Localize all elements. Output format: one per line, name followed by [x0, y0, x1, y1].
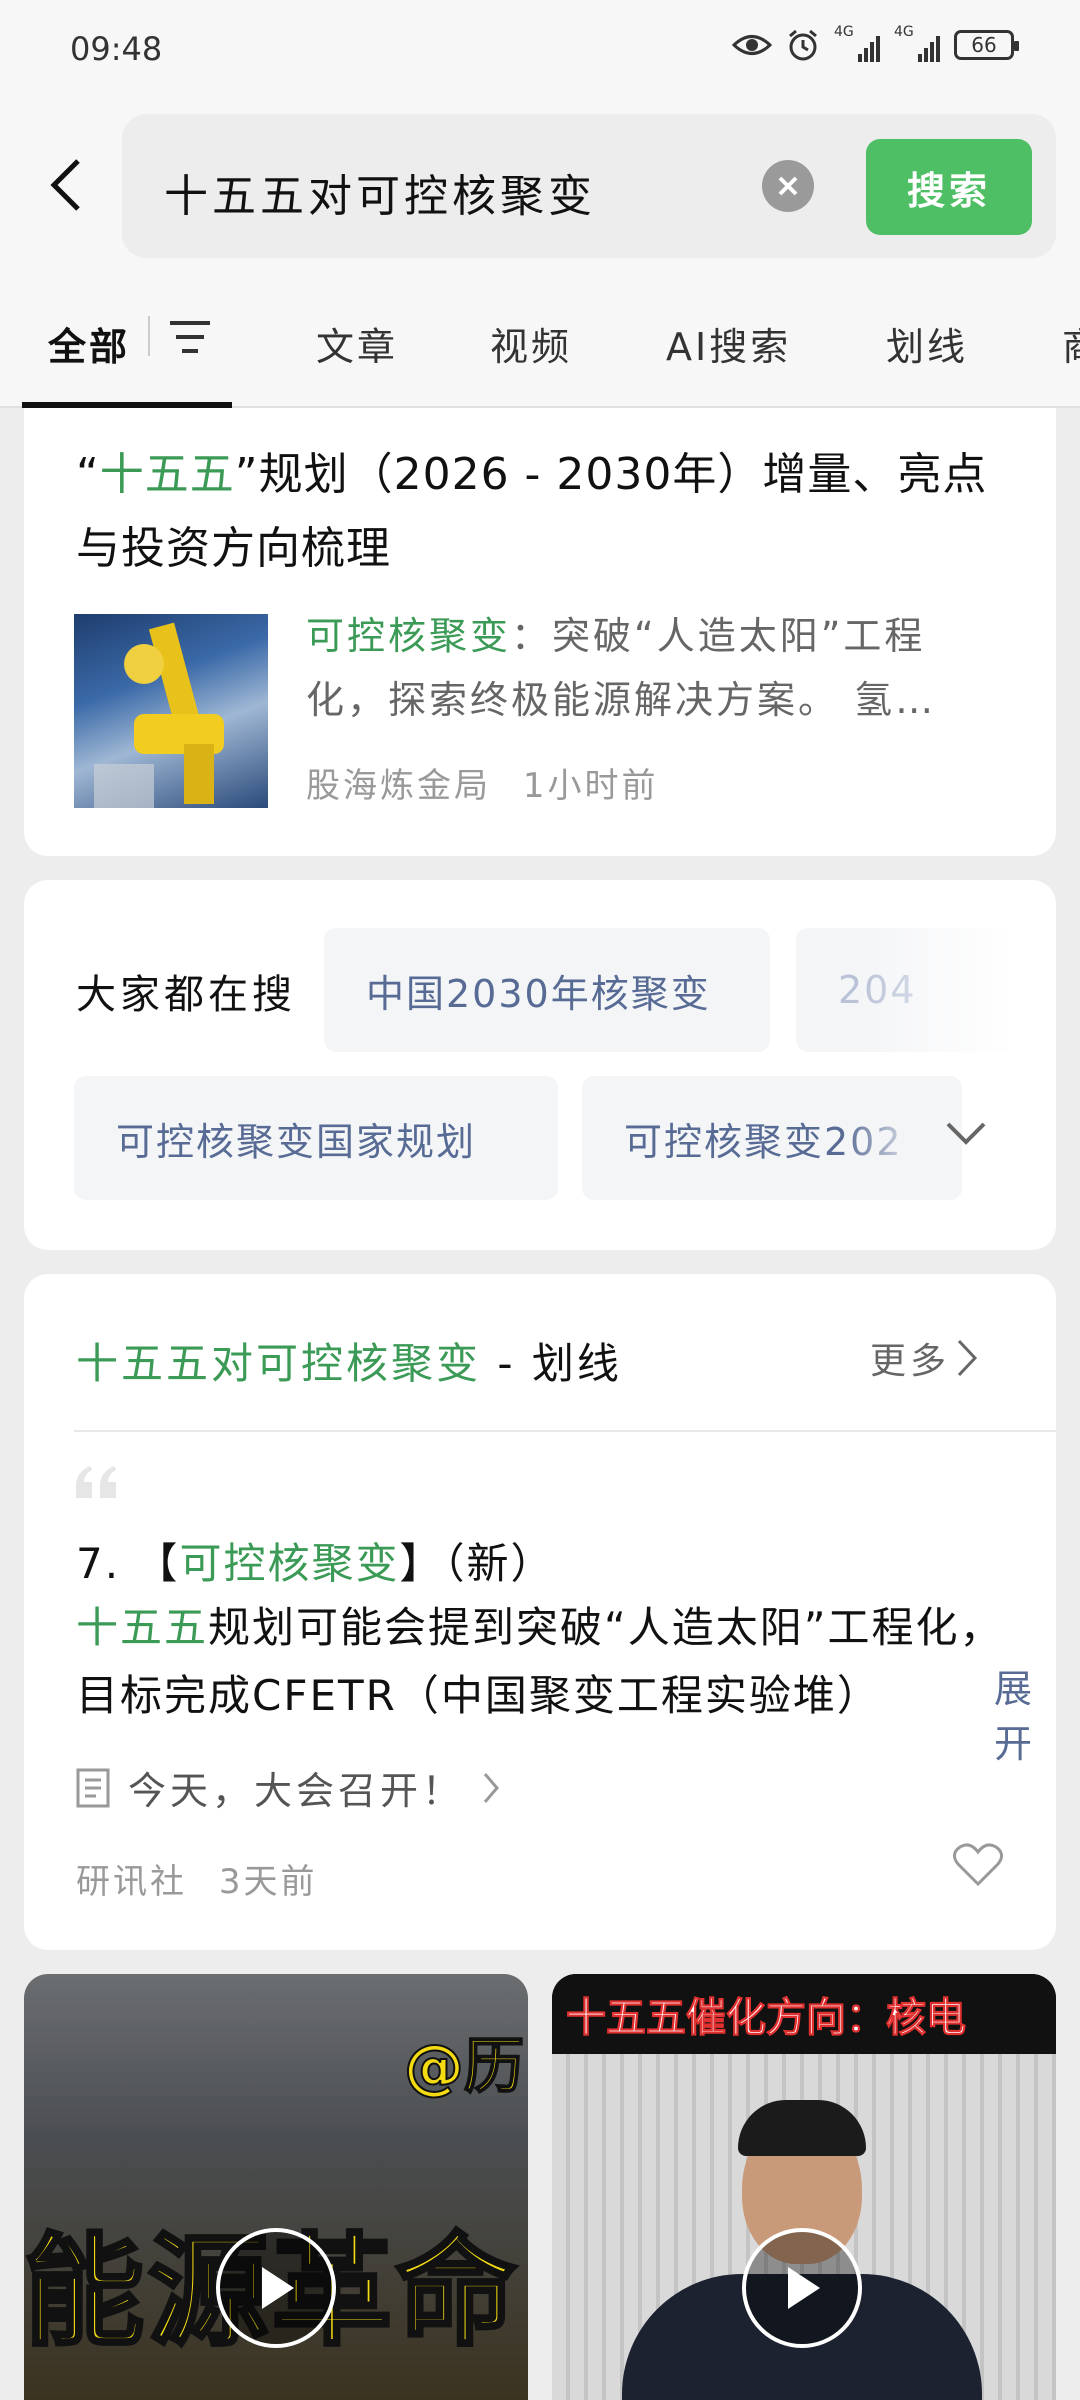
title-highlight: 十五五 [99, 449, 235, 500]
note-time: 3天前 [218, 1862, 318, 1902]
note-tag: 可控核聚变 [179, 1539, 400, 1588]
note-heading[interactable]: 7. 【可控核聚变】（新） [76, 1530, 554, 1591]
tab-highlights[interactable]: 划线 [886, 316, 968, 371]
quote-icon [76, 1466, 116, 1498]
status-time: 09:48 [70, 30, 163, 68]
network-1-label: 4G [834, 24, 854, 40]
video-caption: 十五五催化方向：核电 [552, 1974, 1056, 2054]
chevron-left-icon [50, 159, 80, 211]
hot-searches-label: 大家都在搜 [76, 972, 296, 1018]
article-card[interactable]: “十五五”规划（2026 - 2030年）增量、亮点与投资方向梳理 可控核聚变：… [24, 408, 1056, 856]
status-bar: 09:48 4G 4G 66 [0, 0, 1080, 100]
article-meta: 股海炼金局 1小时前 [306, 758, 658, 807]
search-header: 十五五对可控核聚变 搜索 [0, 100, 1080, 270]
highlights-card: 十五五对可控核聚变 - 划线 更多 7. 【可控核聚变】（新） 十五五规划可能会… [24, 1274, 1056, 1950]
search-input[interactable]: 十五五对可控核聚变 [164, 160, 596, 224]
article-thumbnail [74, 614, 268, 808]
snippet-highlight: 可控核聚变 [306, 614, 512, 658]
eye-icon [732, 35, 772, 55]
alarm-icon [789, 29, 817, 61]
clear-button[interactable] [762, 160, 814, 212]
video-thumbnail[interactable]: 十五五催化方向：核电 [552, 1974, 1056, 2400]
video-thumbnail[interactable]: @历 能源革命 [24, 1974, 528, 2400]
battery-icon: 66 [954, 30, 1019, 60]
expand-link[interactable]: 展开 [934, 1658, 1056, 1768]
network-2-label: 4G [894, 24, 914, 40]
signal-2-icon: 4G [894, 24, 940, 62]
source-article-title: 今天，大会召开！ [128, 1769, 465, 1813]
hot-searches-card: 大家都在搜 中国2030年核聚变 204 可控核聚变国家规划 可控核聚变202 [24, 880, 1056, 1250]
search-button[interactable]: 搜索 [866, 139, 1032, 235]
back-button[interactable] [40, 150, 90, 220]
hot-search-chip[interactable]: 可控核聚变202 [582, 1076, 962, 1200]
article-title[interactable]: “十五五”规划（2026 - 2030年）增量、亮点与投资方向梳理 [76, 438, 1016, 586]
note-author: 研讯社 [76, 1862, 187, 1902]
more-label: 更多 [870, 1341, 951, 1382]
hot-search-chip[interactable]: 204 [796, 928, 1056, 1052]
article-snippet: 可控核聚变：突破“人造太阳”工程化，探索终极能源解决方案。 氢… [306, 604, 1006, 732]
note-number: 7. 【 [76, 1539, 180, 1588]
note-body[interactable]: 十五五规划可能会提到突破“人造太阳”工程化，目标完成CFETR（中国聚变工程实验… [76, 1594, 1026, 1730]
note-tag-end: 】（新） [399, 1539, 555, 1588]
filter-icon[interactable] [168, 318, 212, 356]
signal-1-icon: 4G [834, 24, 880, 62]
video-badge: @历 [403, 2031, 525, 2103]
note-body-highlight: 十五五 [76, 1603, 209, 1652]
chevron-right-icon [483, 1772, 499, 1803]
tab-ai-search[interactable]: AI搜索 [666, 316, 791, 371]
section-title: 十五五对可控核聚变 - 划线 [76, 1330, 622, 1391]
section-title-highlight: 十五五对可控核聚变 [76, 1339, 482, 1388]
play-button[interactable] [742, 2228, 862, 2348]
tab-articles[interactable]: 文章 [316, 316, 398, 371]
close-icon [778, 176, 798, 196]
article-time: 1小时前 [522, 766, 659, 806]
tab-videos[interactable]: 视频 [490, 316, 572, 371]
source-article-link[interactable]: 今天，大会召开！ [76, 1760, 500, 1815]
hot-search-chip[interactable]: 中国2030年核聚变 [324, 928, 770, 1052]
tab-bar: 全部 文章 视频 AI搜索 划线 商 [0, 270, 1080, 408]
heart-icon[interactable] [952, 1842, 1004, 1888]
article-source: 股海炼金局 [306, 766, 491, 806]
tab-more[interactable]: 商 [1062, 316, 1080, 371]
more-link[interactable]: 更多 [870, 1332, 978, 1384]
chevron-right-icon [957, 1339, 978, 1377]
play-icon [788, 2267, 820, 2309]
play-icon [262, 2267, 294, 2309]
status-icons: 4G 4G 66 [732, 24, 1019, 62]
tab-divider [148, 316, 150, 356]
hot-search-chip[interactable]: 可控核聚变国家规划 [74, 1076, 558, 1200]
note-meta: 研讯社 3天前 [76, 1854, 317, 1903]
title-quote: “ [76, 449, 100, 500]
divider [74, 1430, 1056, 1432]
play-button[interactable] [216, 2228, 336, 2348]
section-title-suffix: - 划线 [481, 1339, 622, 1388]
note-body-rest: 规划可能会提到突破“人造太阳”工程化，目标完成CFETR（中国聚变工程实验堆） [76, 1603, 1004, 1720]
tab-all[interactable]: 全部 [48, 316, 130, 371]
chevron-down-icon[interactable] [944, 1118, 988, 1148]
document-icon [76, 1768, 110, 1807]
search-box[interactable]: 十五五对可控核聚变 搜索 [122, 114, 1056, 258]
